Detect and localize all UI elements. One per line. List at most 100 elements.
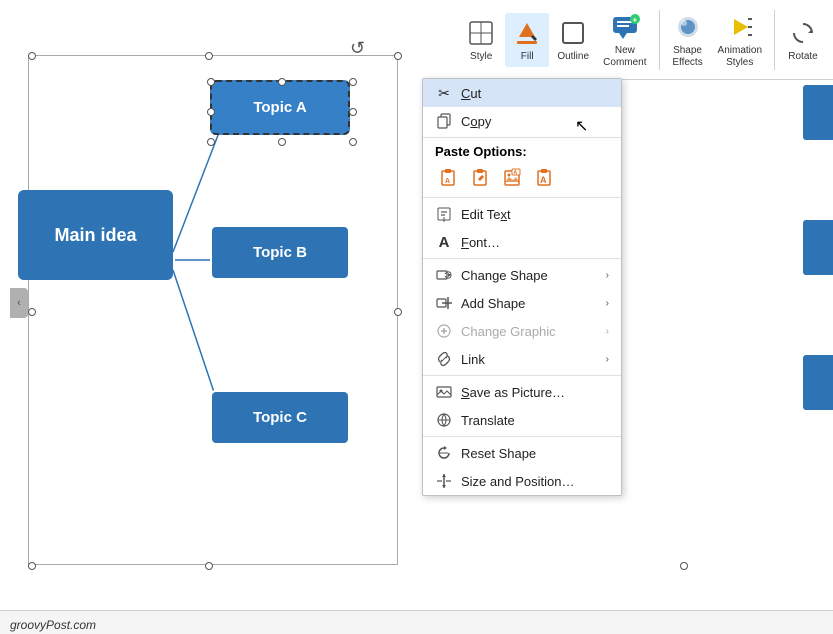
svg-text:A: A <box>540 175 547 185</box>
rotate-button[interactable]: Rotate <box>781 13 825 67</box>
animation-styles-label: AnimationStyles <box>718 45 762 69</box>
topic-a-handle-tl[interactable] <box>207 78 215 86</box>
save-as-picture-label: Save as Picture… <box>461 385 565 400</box>
right-rect-3 <box>803 355 833 410</box>
handle-bottom-left[interactable] <box>28 562 36 570</box>
handle-bottom-center[interactable] <box>205 562 213 570</box>
reset-shape-label: Reset Shape <box>461 446 536 461</box>
translate-icon <box>435 411 453 429</box>
topic-a-handle-tc[interactable] <box>278 78 286 86</box>
menu-sep-2 <box>423 197 621 198</box>
cut-menu-item[interactable]: ✂ Cut <box>423 79 621 107</box>
svg-text:A: A <box>445 178 450 185</box>
outline-label: Outline <box>557 51 589 63</box>
handle-top-center[interactable] <box>205 52 213 60</box>
change-graphic-arrow: › <box>606 326 609 337</box>
topic-a-label: Topic A <box>253 99 306 116</box>
svg-text:+: + <box>632 15 637 24</box>
menu-sep-1 <box>423 137 621 138</box>
fill-label: Fill <box>521 51 534 63</box>
style-button[interactable]: Style <box>459 13 503 67</box>
paste-icons-row: A A <box>435 163 609 191</box>
change-graphic-icon <box>435 322 453 340</box>
link-menu-item[interactable]: Link › <box>423 345 621 373</box>
topic-a-shape[interactable]: Topic A <box>210 80 350 135</box>
fill-button[interactable]: Fill <box>505 13 549 67</box>
paste-btn-1[interactable]: A <box>435 163 463 191</box>
menu-sep-4 <box>423 375 621 376</box>
font-icon: A <box>435 233 453 251</box>
save-as-picture-icon <box>435 383 453 401</box>
new-comment-label: New Comment <box>603 45 646 69</box>
handle-mid-right[interactable] <box>394 308 402 316</box>
ribbon-sep-2 <box>774 10 775 70</box>
handle-mid-left[interactable] <box>28 308 36 316</box>
change-graphic-label: Change Graphic <box>461 324 556 339</box>
edit-text-label: Edit Text <box>461 207 511 222</box>
topic-c-shape[interactable]: Topic C <box>210 390 350 445</box>
style-icon <box>465 17 497 49</box>
handle-top-left[interactable] <box>28 52 36 60</box>
animation-styles-button[interactable]: AnimationStyles <box>712 7 768 73</box>
copy-label: Copy <box>461 114 491 129</box>
cut-icon: ✂ <box>435 84 453 102</box>
new-comment-button[interactable]: + New Comment <box>597 7 652 73</box>
link-label: Link <box>461 352 485 367</box>
collapse-panel-arrow[interactable]: ‹ <box>10 288 28 318</box>
topic-a-handle-ml[interactable] <box>207 108 215 116</box>
handle-bottom-right[interactable] <box>680 562 688 570</box>
edit-text-menu-item[interactable]: Edit Text <box>423 200 621 228</box>
change-shape-arrow: › <box>606 270 609 281</box>
animation-styles-icon <box>724 11 756 43</box>
style-label: Style <box>470 51 492 63</box>
fill-icon <box>511 17 543 49</box>
link-icon <box>435 350 453 368</box>
menu-sep-5 <box>423 436 621 437</box>
canvas-area: ↺ Main idea Topic A Topic B Topic C ‹ <box>0 0 833 610</box>
ribbon-toolbar: Style Fill Outline <box>451 0 833 80</box>
main-idea-shape[interactable]: Main idea <box>18 190 173 280</box>
rotate-icon <box>787 17 819 49</box>
main-idea-label: Main idea <box>54 225 136 246</box>
translate-menu-item[interactable]: Translate <box>423 406 621 434</box>
topic-a-handle-bl[interactable] <box>207 138 215 146</box>
handle-top-right[interactable] <box>394 52 402 60</box>
size-position-menu-item[interactable]: Size and Position… <box>423 467 621 495</box>
topic-a-handle-bc[interactable] <box>278 138 286 146</box>
topic-a-handle-mr[interactable] <box>349 108 357 116</box>
copy-icon <box>435 112 453 130</box>
rotate-handle[interactable]: ↺ <box>350 38 365 59</box>
add-shape-icon <box>435 294 453 312</box>
cut-label: Cut <box>461 86 481 101</box>
reset-shape-menu-item[interactable]: Reset Shape <box>423 439 621 467</box>
add-shape-label: Add Shape <box>461 296 525 311</box>
change-shape-label: Change Shape <box>461 268 548 283</box>
change-shape-menu-item[interactable]: Change Shape › <box>423 261 621 289</box>
outline-button[interactable]: Outline <box>551 13 595 67</box>
rotate-label: Rotate <box>788 51 817 63</box>
reset-shape-icon <box>435 444 453 462</box>
copy-menu-item[interactable]: Copy <box>423 107 621 135</box>
font-menu-item[interactable]: A Font… <box>423 228 621 256</box>
topic-b-shape[interactable]: Topic B <box>210 225 350 280</box>
edit-text-icon <box>435 205 453 223</box>
status-bar: groovyPost.com <box>0 610 833 634</box>
paste-options-label: Paste Options: <box>435 144 609 159</box>
topic-a-handle-br[interactable] <box>349 138 357 146</box>
right-rect-1 <box>803 85 833 140</box>
new-comment-icon: + <box>609 11 641 43</box>
topic-c-label: Topic C <box>253 409 307 426</box>
save-as-picture-menu-item[interactable]: Save as Picture… <box>423 378 621 406</box>
font-label: Font… <box>461 235 500 250</box>
translate-label: Translate <box>461 413 515 428</box>
paste-btn-2[interactable] <box>467 163 495 191</box>
link-arrow: › <box>606 354 609 365</box>
topic-a-handle-tr[interactable] <box>349 78 357 86</box>
shape-effects-button[interactable]: ShapeEffects <box>666 7 710 73</box>
paste-options-section: Paste Options: A <box>423 140 621 195</box>
paste-btn-4[interactable]: A <box>531 163 559 191</box>
add-shape-arrow: › <box>606 298 609 309</box>
paste-btn-3[interactable]: A <box>499 163 527 191</box>
add-shape-menu-item[interactable]: Add Shape › <box>423 289 621 317</box>
topic-b-label: Topic B <box>253 244 307 261</box>
